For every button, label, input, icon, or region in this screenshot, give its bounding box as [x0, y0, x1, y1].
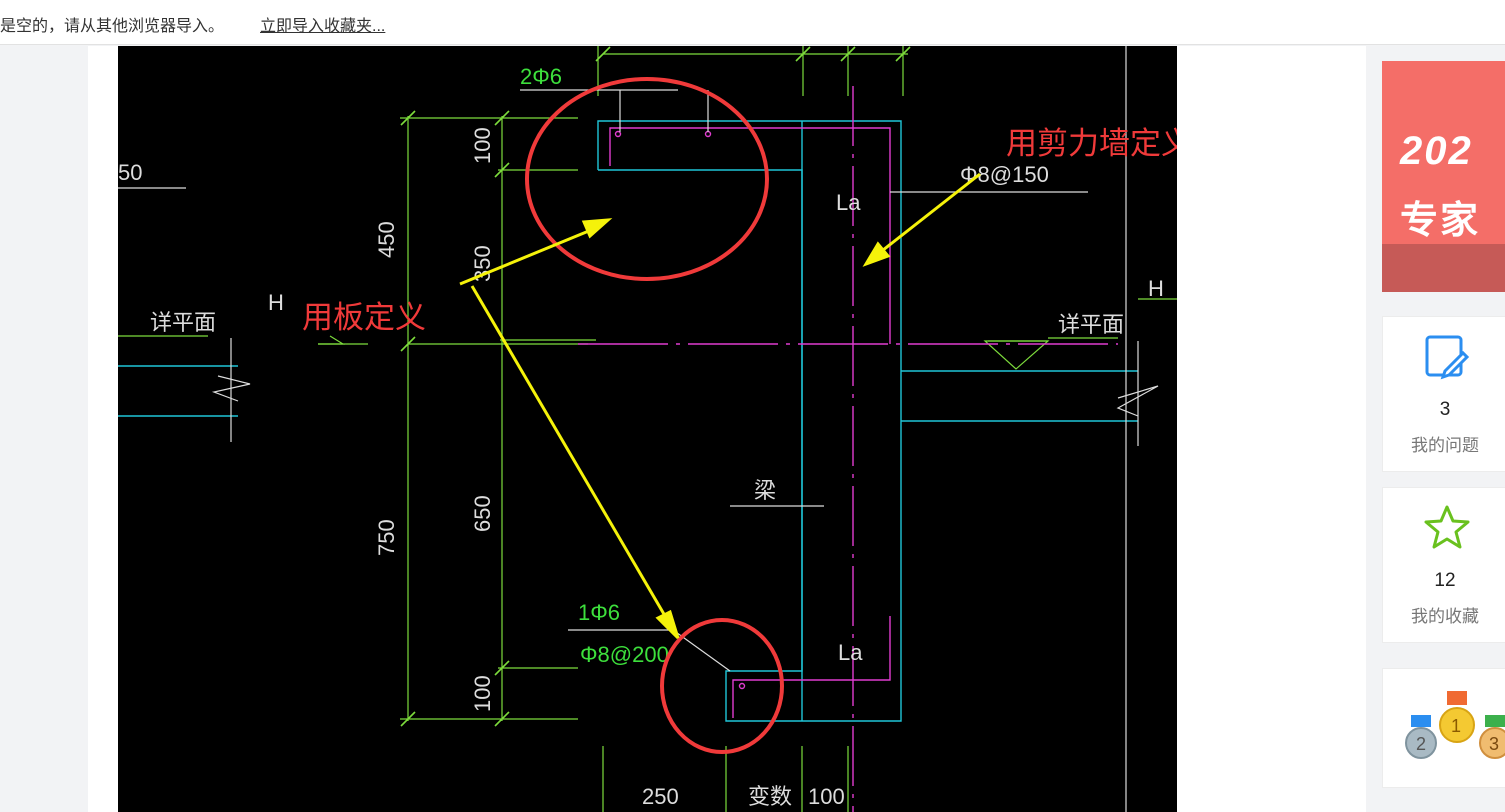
label-h-left: H — [268, 290, 284, 315]
banner-title: 专家 — [1400, 200, 1481, 242]
cad-drawing-svg: 100 450 350 650 750 100 250 变数 100 50 H … — [118, 46, 1177, 812]
promo-banner[interactable]: 202 专家 — [1382, 61, 1505, 292]
dim-350: 350 — [470, 245, 495, 282]
dim-100-top: 100 — [470, 127, 495, 164]
favorites-label: 我的收藏 — [1411, 607, 1479, 626]
annotation-lines — [118, 46, 1159, 812]
medal-first: 1 — [1451, 716, 1461, 736]
la-bottom: La — [838, 640, 863, 665]
rebar-top: 2Φ6 — [520, 64, 562, 89]
stirrup-top: Φ8@150 — [960, 162, 1049, 187]
dim-var: 变数 — [748, 784, 792, 809]
banner-year: 202 — [1400, 129, 1473, 173]
my-questions-card[interactable]: 3 我的问题 — [1382, 316, 1505, 472]
favorites-empty-message: 是空的，请从其他浏览器导入。 — [0, 18, 225, 35]
edit-icon — [1425, 335, 1470, 380]
rebar-bottom: 1Φ6 — [578, 600, 620, 625]
banner-band — [1382, 244, 1505, 292]
dim-250: 250 — [642, 784, 679, 809]
dim-750: 750 — [374, 519, 399, 556]
annotation-shear-wall: 用剪力墙定义 — [1006, 126, 1177, 161]
cad-drawing-image: 100 450 350 650 750 100 250 变数 100 50 H … — [118, 46, 1177, 812]
la-top: La — [836, 190, 861, 215]
pointer-arrows — [459, 172, 981, 640]
questions-count: 3 — [1439, 399, 1451, 420]
my-favorites-card[interactable]: 12 我的收藏 — [1382, 487, 1505, 643]
medals-icon: 2 1 3 — [1405, 691, 1505, 759]
beam-label: 梁 — [754, 478, 776, 503]
stirrup-bottom: Φ8@200 — [580, 642, 669, 667]
dim-450: 450 — [374, 221, 399, 258]
star-icon — [1424, 505, 1470, 549]
detail-left: 详平面 — [150, 310, 216, 335]
dim-100-right: 100 — [808, 784, 845, 809]
medal-second: 2 — [1416, 734, 1426, 754]
favorites-count: 12 — [1434, 570, 1456, 591]
medals-card[interactable]: 2 1 3 — [1382, 668, 1505, 788]
questions-label: 我的问题 — [1411, 436, 1479, 455]
partial-dim-left: 50 — [118, 160, 142, 185]
annotation-slab: 用板定义 — [302, 300, 426, 335]
dim-100-bottom: 100 — [470, 675, 495, 712]
right-sidebar: 202 专家 3 我的问题 12 我的收藏 2 1 3 — [1366, 46, 1505, 812]
import-favorites-link[interactable]: 立即导入收藏夹... — [260, 12, 385, 36]
detail-right: 详平面 — [1058, 312, 1124, 337]
dim-650: 650 — [470, 495, 495, 532]
concrete-outline — [118, 120, 1138, 722]
browser-favorites-bar: 是空的，请从其他浏览器导入。 立即导入收藏夹... — [0, 0, 1505, 45]
medal-third: 3 — [1489, 734, 1499, 754]
label-h-right: H — [1148, 276, 1164, 301]
